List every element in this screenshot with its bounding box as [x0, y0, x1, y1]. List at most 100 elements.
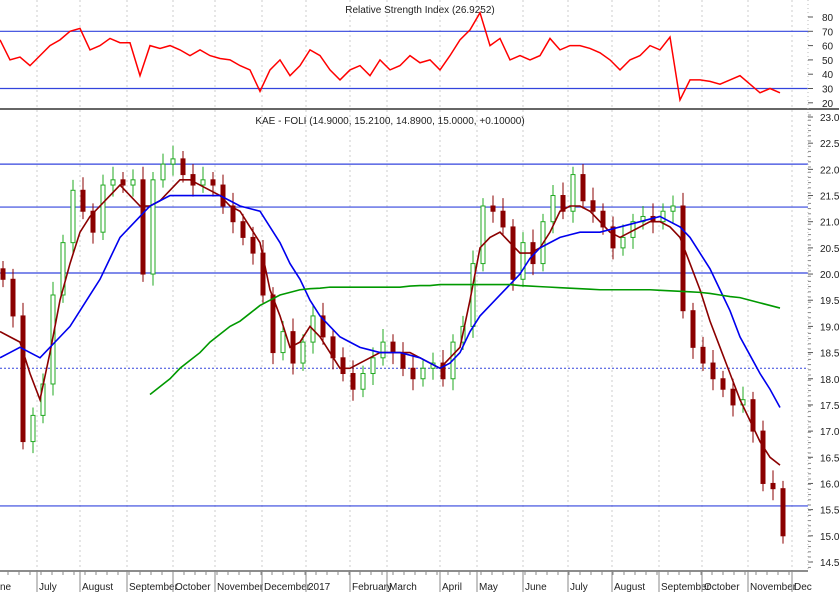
- candle-body: [690, 310, 696, 348]
- candle-body: [510, 226, 516, 280]
- candle-body: [390, 341, 396, 354]
- candle-body: [720, 378, 726, 390]
- x-tick-label: October: [175, 582, 211, 593]
- price-y-label: 19.0: [820, 322, 839, 333]
- candle-body: [120, 179, 126, 186]
- x-tick-label: August: [614, 582, 645, 593]
- price-y-label: 18.0: [820, 375, 839, 386]
- x-tick-label: December: [264, 582, 311, 593]
- x-tick-label: June: [525, 582, 547, 593]
- candle-body: [610, 226, 616, 249]
- candle-body: [620, 236, 626, 249]
- candle-body: [20, 315, 26, 443]
- candle-body: [680, 205, 686, 312]
- price-y-label: 15.5: [820, 506, 839, 517]
- candle-body: [780, 488, 786, 537]
- candle-body: [170, 158, 176, 165]
- x-tick-label: November: [217, 582, 264, 593]
- price-y-label: 18.5: [820, 349, 839, 360]
- x-tick-label: May: [479, 582, 498, 593]
- candle-body: [730, 388, 736, 406]
- x-tick-label: ne: [0, 582, 12, 593]
- candle-body: [100, 184, 106, 233]
- price-y-label: 15.0: [820, 532, 839, 543]
- price-y-label: 23.0: [820, 113, 839, 124]
- rsi-y-label: 80: [822, 13, 834, 24]
- rsi-panel: Relative Strength Index (26.9252): [0, 5, 808, 103]
- x-tick-label: July: [570, 582, 588, 593]
- candle-body: [80, 189, 86, 212]
- candle-body: [270, 294, 276, 354]
- candle-body: [70, 189, 76, 244]
- x-tick-label: Dec: [794, 582, 812, 593]
- price-y-label: 16.0: [820, 479, 839, 490]
- candle-body: [300, 341, 306, 364]
- candle-body: [10, 278, 16, 317]
- candle-body: [240, 221, 246, 238]
- price-y-label: 16.5: [820, 453, 839, 464]
- candle-body: [580, 174, 586, 202]
- rsi-line: [0, 10, 781, 103]
- candle-body: [280, 331, 286, 354]
- rsi-y-label: 60: [822, 42, 834, 53]
- candle-body: [700, 346, 706, 364]
- rsi-y-label: 40: [822, 70, 834, 81]
- price-y-label: 14.5: [820, 558, 839, 569]
- price-panel: KAE - FOLI (14.9000, 15.2100, 14.8900, 1…: [0, 116, 808, 544]
- rsi-y-label: 50: [822, 56, 834, 67]
- candle-body: [370, 357, 376, 375]
- price-y-label: 22.5: [820, 139, 839, 150]
- candle-body: [380, 341, 386, 359]
- candle-body: [590, 200, 596, 212]
- candle-body: [520, 242, 526, 280]
- candle-body: [490, 205, 496, 212]
- x-tick-label: August: [82, 582, 113, 593]
- x-tick-label: July: [39, 582, 57, 593]
- candle-body: [150, 179, 156, 275]
- price-y-label: 21.5: [820, 192, 839, 203]
- candle-body: [760, 430, 766, 484]
- candle-body: [140, 179, 146, 275]
- candle-body: [110, 179, 116, 186]
- price-y-label: 20.5: [820, 244, 839, 255]
- candle-body: [670, 205, 676, 212]
- price-y-label: 19.5: [820, 296, 839, 307]
- price-y-label: 22.0: [820, 165, 839, 176]
- candle-body: [550, 195, 556, 223]
- price-y-label: 20.0: [820, 270, 839, 281]
- candle-body: [250, 236, 256, 254]
- candle-body: [0, 268, 6, 280]
- rsi-y-label: 30: [822, 85, 834, 96]
- x-tick-label: October: [704, 582, 740, 593]
- x-axis: ne July August SeptemberOctober November Dece…: [0, 571, 812, 593]
- candle-body: [180, 158, 186, 176]
- x-tick-label: February: [352, 582, 392, 593]
- y-axis: 80 70 60 50 40 30 20 23.0 22.5 22.0 21.5 21.0 20.5 20…: [808, 13, 839, 569]
- candle-body: [360, 373, 366, 390]
- rsi-y-label: 70: [822, 27, 834, 38]
- x-tick-label: April: [442, 582, 462, 593]
- x-tick-label: March: [389, 582, 417, 593]
- candle-body: [400, 352, 406, 369]
- price-title: KAE - FOLI (14.9000, 15.2100, 14.8900, 1…: [255, 116, 524, 127]
- candle-body: [410, 367, 416, 380]
- candle-body: [350, 373, 356, 390]
- price-y-label: 17.0: [820, 427, 839, 438]
- rsi-title: Relative Strength Index (26.9252): [345, 5, 495, 16]
- candle-body: [500, 210, 506, 228]
- candle-body: [200, 179, 206, 186]
- rsi-y-label: 20: [822, 99, 834, 110]
- candle-body: [420, 367, 426, 380]
- moving-average-line: [0, 179, 781, 466]
- candle-body: [210, 179, 216, 186]
- candle-body: [130, 179, 136, 186]
- candle-body: [480, 205, 486, 265]
- candle-body: [340, 357, 346, 375]
- candle-body: [710, 362, 716, 380]
- x-tick-label: September: [129, 582, 179, 593]
- x-tick-label: 2017: [308, 582, 331, 593]
- candle-body: [770, 482, 776, 490]
- stock-chart: Relative Strength Index (26.9252) KAE - …: [0, 0, 839, 593]
- candle-body: [30, 414, 36, 443]
- candle-body: [160, 163, 166, 181]
